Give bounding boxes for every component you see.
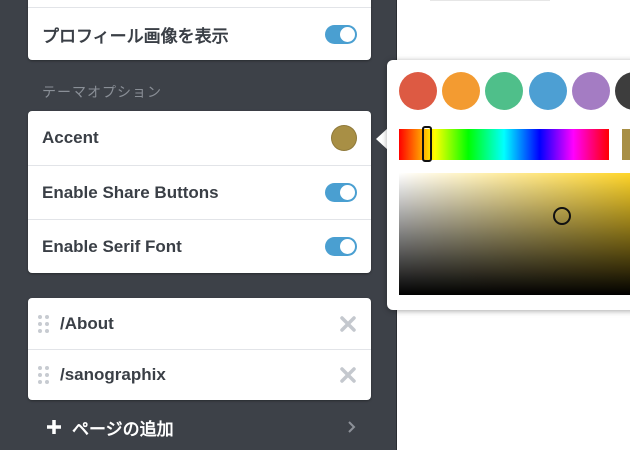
close-icon[interactable] [339,366,357,384]
profile-card: プロフィール画像を表示 [28,0,371,60]
page-item-label: /sanographix [60,365,166,384]
close-icon[interactable] [339,315,357,333]
pages-card: /About /sanographix [28,298,371,400]
profile-image-toggle[interactable] [325,24,357,44]
page-item[interactable]: /sanographix [28,349,371,400]
share-buttons-row[interactable]: Enable Share Buttons [28,165,371,219]
saturation-value-area[interactable] [399,173,630,295]
preset-color-purple[interactable] [572,72,610,110]
accent-label: Accent [42,128,99,147]
share-buttons-toggle[interactable] [325,183,357,202]
add-page-label: ページの追加 [72,419,174,439]
accent-row[interactable]: Accent [28,111,371,165]
selected-color-preview [622,129,630,160]
drag-handle-icon[interactable] [38,314,50,333]
chevron-right-icon [348,421,356,433]
saturation-value-handle[interactable] [553,207,571,225]
preset-color-orange[interactable] [442,72,480,110]
plus-icon [47,420,61,434]
page-background-line [430,0,550,1]
accent-color-swatch[interactable] [331,125,357,151]
theme-options-card: Accent Enable Share Buttons Enable Serif… [28,111,371,273]
preset-color-dark[interactable] [615,72,630,110]
share-buttons-label: Enable Share Buttons [42,182,219,202]
add-page-button[interactable]: ページの追加 [46,412,358,442]
hue-slider-handle[interactable] [422,126,432,162]
serif-font-toggle[interactable] [325,237,357,256]
preset-color-blue[interactable] [529,72,567,110]
color-picker-popover [387,60,630,310]
preset-color-green[interactable] [485,72,523,110]
preset-color-red[interactable] [399,72,437,110]
profile-image-row[interactable]: プロフィール画像を表示 [28,7,371,60]
serif-font-row[interactable]: Enable Serif Font [28,219,371,273]
drag-handle-icon[interactable] [38,366,50,384]
page-item-label: /About [60,313,114,333]
theme-options-title: テーマオプション [42,84,162,100]
serif-font-label: Enable Serif Font [42,236,182,256]
sidebar: プロフィール画像を表示 テーマオプション Accent Enable Share… [0,0,397,450]
profile-image-label: プロフィール画像を表示 [42,26,229,46]
page-item[interactable]: /About [28,298,371,349]
